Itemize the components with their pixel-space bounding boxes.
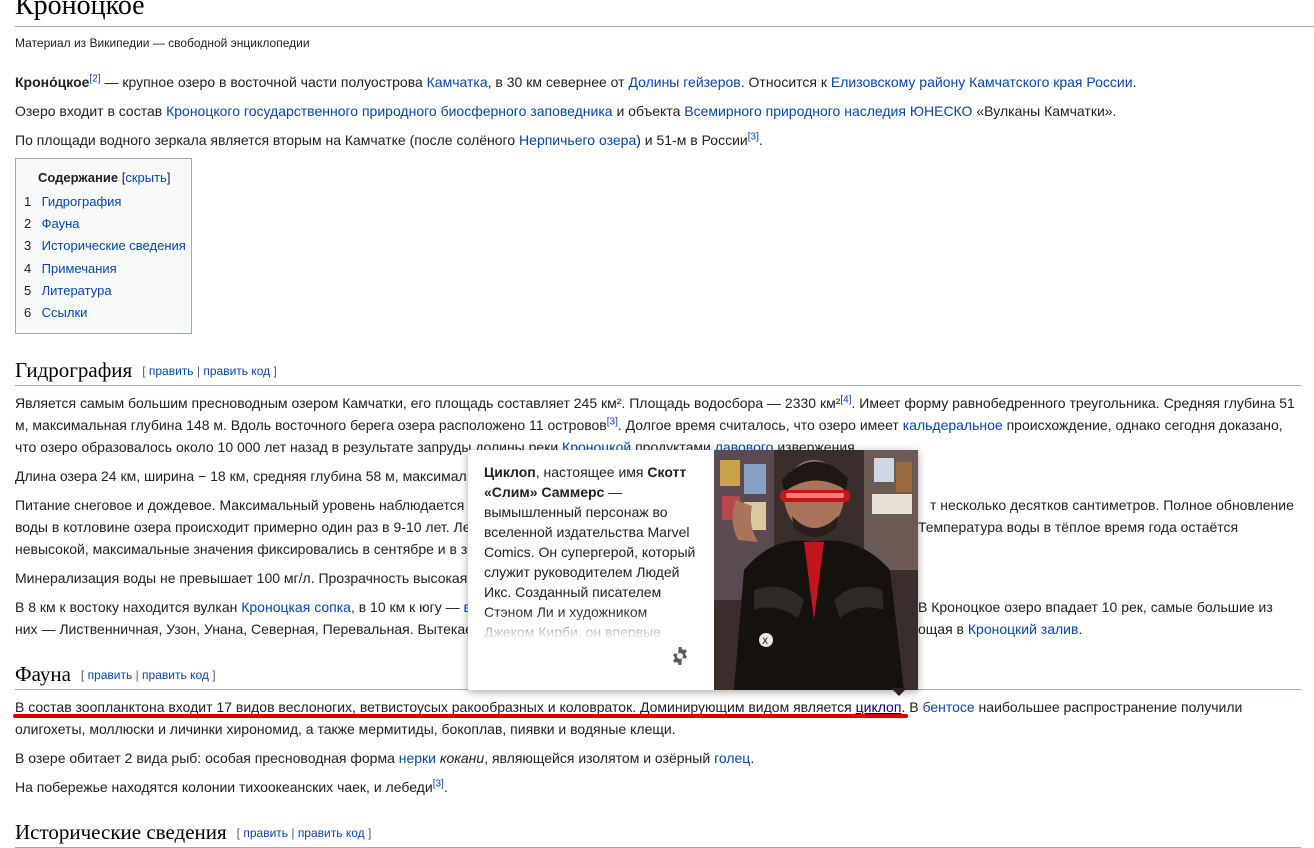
fauna-paragraph-1-line-2: олигохеты, моллюски и личинки хирономид,… — [15, 721, 676, 737]
popup-thumbnail[interactable]: X — [714, 450, 918, 690]
intro-paragraph-1: Кроно́цкое[2] — крупное озеро в восточно… — [15, 73, 1137, 90]
hydro-paragraph-1: Является самым большим пресноводным озер… — [15, 394, 1295, 455]
section-heading-history: Исторические сведения[ править | править… — [15, 819, 1301, 848]
popup-text-fade — [484, 610, 700, 640]
link-kronotsky-bay[interactable]: Кроноцкий залив — [968, 621, 1079, 637]
page-subtitle: Материал из Википедии — свободной энцикл… — [15, 36, 310, 50]
toc-item-fauna[interactable]: 2 Фауна — [24, 213, 80, 235]
toc-item-notes[interactable]: 4 Примечания — [24, 258, 117, 280]
popup-extract[interactable]: Циклоп, настоящее имя Скотт «Слим» Самме… — [484, 462, 700, 640]
section-edit-links: [ править | править код ] — [80, 668, 216, 682]
intro-paragraph-2: Озеро входит в состав Кроноцкого государ… — [15, 103, 1117, 119]
hydro-paragraph-3-d: Температура воды в тёплое время года ост… — [918, 519, 1239, 535]
hydro-paragraph-3-a: Питание снеговое и дождевое. Максимальны… — [15, 497, 465, 513]
link-elizovo-district[interactable]: Елизовскому району Камчатского края Росс… — [831, 74, 1133, 90]
hydro-paragraph-2: Длина озера 24 км, ширина − 18 км, средн… — [15, 468, 467, 484]
link-caldera[interactable]: кальдеральное — [903, 417, 1003, 433]
edit-code-link[interactable]: править код — [142, 668, 209, 682]
toc-hide-link[interactable]: скрыть — [125, 170, 167, 185]
link-reserve[interactable]: Кроноцкого государственного природного б… — [166, 103, 612, 119]
section-edit-links: [ править | править код ] — [142, 364, 277, 378]
red-annotation-underline — [13, 714, 908, 718]
fauna-paragraph-2: В озере обитает 2 вида рыб: особая пресн… — [15, 750, 755, 766]
hydro-paragraph-4: Минерализация воды не превышает 100 мг/л… — [15, 570, 468, 586]
ref-link[interactable]: [2] — [89, 73, 100, 84]
ref-link[interactable]: [3] — [433, 778, 444, 789]
page-title: Кроноцкое — [15, 0, 1314, 27]
table-of-contents: Содержание [скрыть] 1 Гидрография 2 Фаун… — [15, 158, 192, 334]
ref-link[interactable]: [4] — [840, 394, 851, 405]
edit-code-link[interactable]: править код — [203, 364, 270, 378]
edit-link[interactable]: править — [149, 364, 194, 378]
ref-link[interactable]: [3] — [607, 416, 618, 427]
link-kamchatka[interactable]: Камчатка — [427, 74, 488, 90]
popup-pointer — [891, 688, 907, 696]
svg-text:X: X — [762, 637, 768, 647]
link-cyclops[interactable]: циклоп — [856, 699, 902, 715]
link-preview-popup[interactable]: Циклоп, настоящее имя Скотт «Слим» Самме… — [468, 450, 918, 690]
section-heading-hydrography: Гидрография[ править | править код ] — [15, 357, 1301, 386]
edit-link[interactable]: править — [243, 826, 288, 840]
hydro-paragraph-5-c: них — Лиственничная, Узон, Унана, Северн… — [15, 621, 473, 637]
edit-link[interactable]: править — [88, 668, 133, 682]
toc-item-literature[interactable]: 5 Литература — [24, 280, 112, 302]
link-nerka[interactable]: нерки — [399, 750, 436, 766]
toc-title: Содержание [скрыть] — [38, 170, 171, 185]
link-valley-of-geysers[interactable]: Долины гейзеров — [628, 74, 740, 90]
toc-item-links[interactable]: 6 Ссылки — [24, 302, 87, 324]
toc-item-hydrography[interactable]: 1 Гидрография — [24, 191, 121, 213]
hydro-paragraph-5-b: В Кроноцкое озеро впадает 10 рек, самые … — [918, 599, 1273, 615]
hydro-paragraph-5-d: ощая в Кроноцкий залив. — [918, 621, 1083, 637]
intro-paragraph-3: По площади водного зеркала является втор… — [15, 131, 763, 148]
link-benthos[interactable]: бентосе — [922, 699, 974, 715]
link-unesco[interactable]: Всемирного природного наследия ЮНЕСКО — [684, 103, 972, 119]
fauna-paragraph-3: На побережье находятся колонии тихоокеан… — [15, 778, 448, 795]
hydro-paragraph-3-b: т несколько десятков сантиметров. Полное… — [930, 497, 1294, 513]
toc-item-history[interactable]: 3 Исторические сведения — [24, 235, 186, 257]
gear-icon[interactable] — [670, 646, 690, 672]
hydro-paragraph-3-e: невысокой, максимальные значения фиксиро… — [15, 541, 468, 557]
link-golets[interactable]: голец — [714, 750, 750, 766]
link-kronotskaya-sopka[interactable]: Кроноцкая сопка — [241, 599, 351, 615]
ref-link[interactable]: [3] — [748, 131, 759, 142]
hydro-paragraph-5-a: В 8 км к востоку находится вулкан Кроноц… — [15, 596, 471, 618]
link-nerpichye-lake[interactable]: Нерпичьего озера — [519, 132, 636, 148]
section-edit-links: [ править | править код ] — [236, 826, 372, 840]
article-name: Кроно́цкое — [15, 74, 90, 90]
hydro-paragraph-3-c: воды в котловине озера происходит пример… — [15, 519, 471, 535]
edit-code-link[interactable]: править код — [298, 826, 365, 840]
